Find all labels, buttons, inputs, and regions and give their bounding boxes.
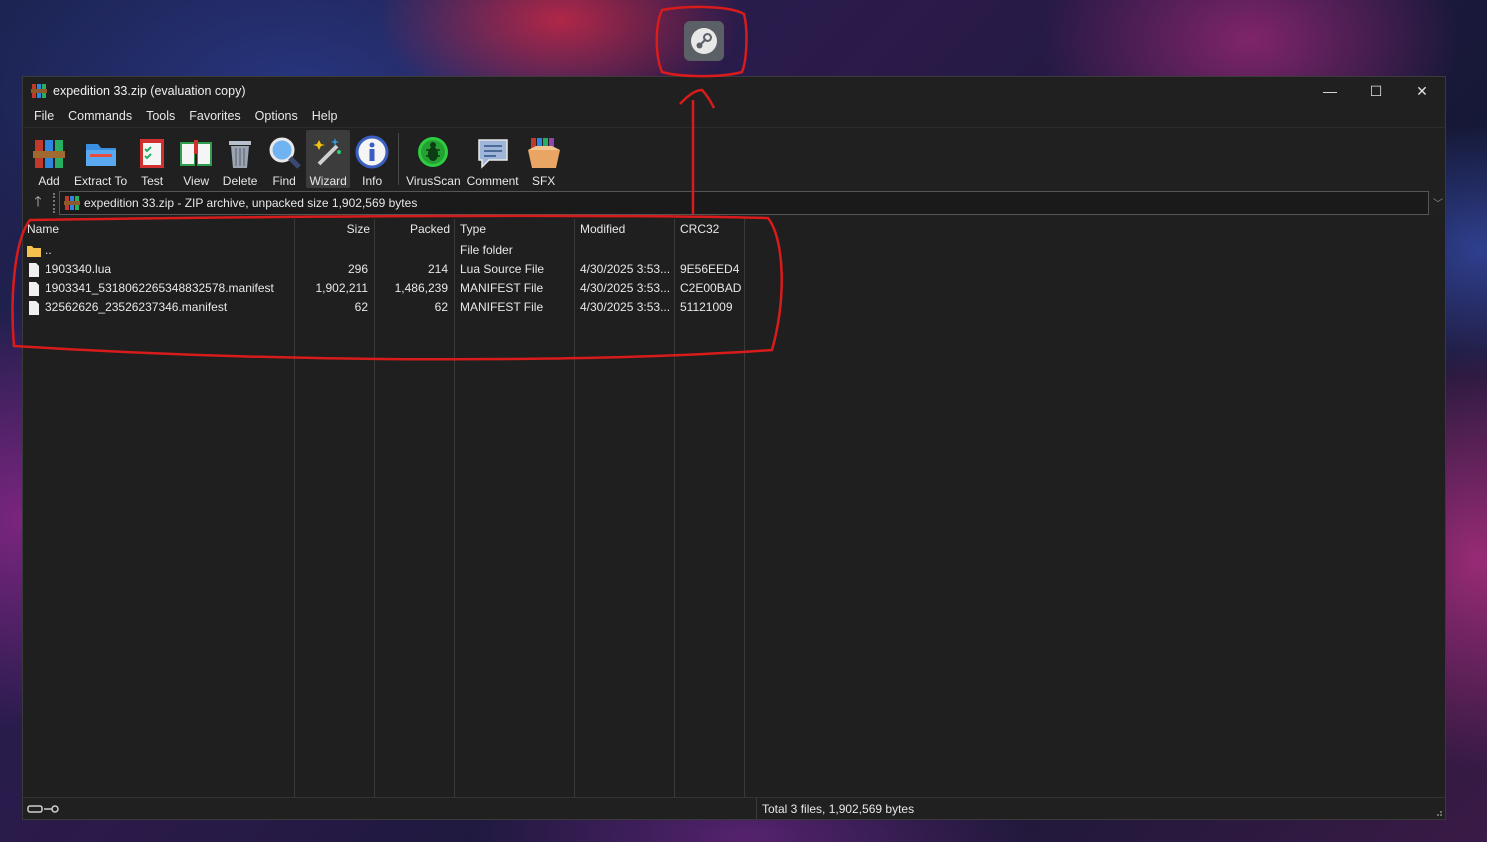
up-arrow-icon[interactable]: 🡑: [23, 191, 53, 215]
comment-button[interactable]: Comment: [464, 130, 522, 188]
header-crc[interactable]: CRC32: [674, 219, 744, 239]
list-item[interactable]: 1903341_5318062265348832578.manifest 1,9…: [23, 279, 745, 298]
column-header: Name Size Packed Type Modified CRC32: [23, 219, 745, 239]
address-text: expedition 33.zip - ZIP archive, unpacke…: [84, 196, 418, 210]
virusscan-button[interactable]: VirusScan: [403, 130, 463, 188]
status-total: Total 3 files, 1,902,569 bytes: [762, 801, 915, 816]
window-title: expedition 33.zip (evaluation copy): [53, 84, 246, 98]
info-button[interactable]: Info: [350, 130, 394, 188]
winrar-window: expedition 33.zip (evaluation copy) — ☐ …: [22, 76, 1446, 820]
view-button[interactable]: View: [174, 130, 218, 188]
list-item[interactable]: 32562626_23526237346.manifest 62 62 MANI…: [23, 298, 745, 317]
file-icon: [29, 281, 39, 296]
info-icon: [355, 135, 389, 169]
sfx-box-icon: [527, 138, 560, 168]
close-button[interactable]: ✕: [1399, 77, 1445, 105]
comment-bubble-icon: [477, 139, 508, 169]
find-button[interactable]: Find: [262, 130, 306, 188]
header-modified[interactable]: Modified: [574, 219, 674, 239]
add-button[interactable]: Add: [27, 130, 71, 188]
archive-icon: [64, 196, 80, 210]
maximize-button[interactable]: ☐: [1353, 77, 1399, 105]
extract-to-button[interactable]: Extract To: [71, 130, 130, 188]
test-checklist-icon: [140, 139, 165, 168]
header-packed[interactable]: Packed: [374, 219, 454, 239]
magnifier-icon: [269, 137, 301, 169]
extract-folder-icon: [85, 144, 116, 166]
list-item[interactable]: 1903340.lua 296 214 Lua Source File 4/30…: [23, 260, 745, 279]
file-icon: [29, 300, 39, 315]
minimize-button[interactable]: —: [1307, 77, 1353, 105]
file-list: Name Size Packed Type Modified CRC32 .. …: [23, 219, 1445, 797]
address-field[interactable]: expedition 33.zip - ZIP archive, unpacke…: [59, 191, 1429, 215]
trash-icon: [229, 141, 252, 168]
delete-button[interactable]: Delete: [218, 130, 262, 188]
steam-icon[interactable]: [684, 21, 724, 61]
status-bar: Total 3 files, 1,902,569 bytes: [23, 797, 1445, 820]
sfx-button[interactable]: SFX: [522, 130, 566, 188]
test-button[interactable]: Test: [130, 130, 174, 188]
menu-help[interactable]: Help: [305, 109, 345, 123]
menu-commands[interactable]: Commands: [61, 109, 139, 123]
menu-tools[interactable]: Tools: [139, 109, 182, 123]
list-item[interactable]: .. File folder: [23, 241, 745, 260]
toolbar-separator: [398, 133, 400, 185]
menu-options[interactable]: Options: [248, 109, 305, 123]
title-bar: expedition 33.zip (evaluation copy) — ☐ …: [23, 77, 1445, 105]
bug-icon: [418, 137, 449, 167]
header-size[interactable]: Size: [294, 219, 374, 239]
menu-bar: File Commands Tools Favorites Options He…: [23, 105, 1445, 127]
resize-grip-icon[interactable]: [1433, 807, 1443, 817]
key-icon[interactable]: [27, 803, 59, 815]
add-archive-icon: [33, 140, 65, 168]
view-book-icon: [180, 140, 213, 166]
magic-wand-icon: [313, 138, 342, 166]
chevron-down-icon[interactable]: ﹀: [1433, 195, 1443, 210]
header-name[interactable]: Name: [23, 219, 294, 239]
header-type[interactable]: Type: [454, 219, 574, 239]
menu-favorites[interactable]: Favorites: [182, 109, 247, 123]
wizard-button[interactable]: Wizard: [306, 130, 351, 188]
address-grip: [53, 193, 55, 213]
menu-file[interactable]: File: [27, 109, 61, 123]
file-icon: [29, 262, 39, 277]
address-bar: 🡑 expedition 33.zip - ZIP archive, unpac…: [23, 189, 1445, 217]
toolbar: Add Extract To Test View Delete Find Wiz…: [23, 127, 1445, 189]
folder-icon: [27, 245, 41, 257]
winrar-icon: [31, 84, 47, 98]
